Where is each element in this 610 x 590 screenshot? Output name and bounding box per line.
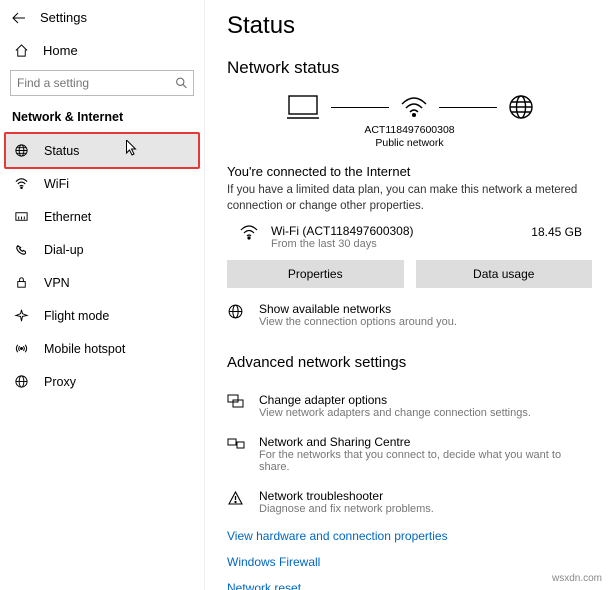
globe-icon: [507, 93, 535, 121]
network-sharing-centre[interactable]: Network and Sharing Centre For the netwo…: [227, 427, 592, 481]
nav: Status WiFi Ethernet: [6, 134, 198, 398]
sidebar-item-label: WiFi: [44, 177, 69, 191]
app-title: Settings: [40, 10, 87, 25]
sidebar-item-wifi[interactable]: WiFi: [6, 167, 198, 200]
sidebar-item-label: VPN: [44, 276, 70, 290]
properties-button[interactable]: Properties: [227, 260, 404, 288]
list-sub: View the connection options around you.: [259, 316, 592, 328]
network-diagram: [227, 92, 592, 122]
sidebar-item-label: Mobile hotspot: [44, 342, 125, 356]
sidebar-item-vpn[interactable]: VPN: [6, 266, 198, 299]
connection-row: Wi-Fi (ACT118497600308) From the last 30…: [227, 224, 592, 260]
sidebar-item-label: Proxy: [44, 375, 76, 389]
sidebar-item-flightmode[interactable]: Flight mode: [6, 299, 198, 332]
watermark: wsxdn.com: [552, 573, 602, 584]
list-title: Network troubleshooter: [259, 489, 592, 503]
sidebar-item-status[interactable]: Status: [4, 132, 200, 169]
sidebar-item-label: Ethernet: [44, 210, 91, 224]
wifi-icon: [14, 176, 30, 191]
list-sub: View network adapters and change connect…: [259, 407, 592, 419]
change-adapter-options[interactable]: Change adapter options View network adap…: [227, 385, 592, 427]
sharing-icon: [227, 435, 245, 452]
home-row[interactable]: Home: [6, 35, 198, 70]
connection-name: Wi-Fi (ACT118497600308): [271, 224, 519, 238]
main-content: Status Network status ACT118497600308 Pu…: [205, 0, 610, 590]
link-windows-firewall[interactable]: Windows Firewall: [227, 549, 592, 575]
sidebar-item-proxy[interactable]: Proxy: [6, 365, 198, 398]
section-header: Network & Internet: [6, 110, 198, 134]
link-hardware-properties[interactable]: View hardware and connection properties: [227, 523, 592, 549]
advanced-title: Advanced network settings: [227, 354, 592, 371]
adapter-icon: [227, 393, 245, 410]
home-icon: [14, 43, 29, 58]
link-network-reset[interactable]: Network reset: [227, 575, 592, 590]
search-wrap: [10, 70, 194, 96]
wifi-icon: [239, 224, 259, 242]
sidebar: Settings Home Network & Internet Status: [0, 0, 205, 590]
connected-title: You're connected to the Internet: [227, 164, 592, 179]
list-title: Show available networks: [259, 302, 592, 316]
sidebar-item-ethernet[interactable]: Ethernet: [6, 200, 198, 233]
sidebar-item-dialup[interactable]: Dial-up: [6, 233, 198, 266]
diagram-ssid: ACT118497600308: [227, 124, 592, 137]
network-troubleshooter[interactable]: Network troubleshooter Diagnose and fix …: [227, 481, 592, 523]
computer-icon: [285, 92, 321, 122]
connection-period: From the last 30 days: [271, 238, 519, 250]
home-label: Home: [43, 43, 78, 58]
sidebar-item-label: Status: [44, 144, 79, 158]
airplane-icon: [14, 308, 30, 323]
cursor-icon: [126, 140, 139, 158]
diagram-line: [331, 107, 389, 108]
connection-usage: 18.45 GB: [531, 224, 592, 239]
diagram-line: [439, 107, 497, 108]
page-title: Status: [227, 12, 592, 40]
ethernet-icon: [14, 209, 30, 224]
connected-desc: If you have a limited data plan, you can…: [227, 183, 592, 214]
list-sub: For the networks that you connect to, de…: [259, 449, 592, 473]
button-row: Properties Data usage: [227, 260, 592, 288]
hotspot-icon: [14, 341, 30, 356]
warning-icon: [227, 489, 245, 506]
list-title: Change adapter options: [259, 393, 592, 407]
search-icon: [175, 77, 188, 90]
show-available-networks[interactable]: Show available networks View the connect…: [227, 294, 592, 336]
diagram-type: Public network: [227, 137, 592, 150]
data-usage-button[interactable]: Data usage: [416, 260, 593, 288]
list-title: Network and Sharing Centre: [259, 435, 592, 449]
sidebar-item-label: Flight mode: [44, 309, 109, 323]
sidebar-item-hotspot[interactable]: Mobile hotspot: [6, 332, 198, 365]
header-row: Settings: [6, 6, 198, 35]
list-sub: Diagnose and fix network problems.: [259, 503, 592, 515]
vpn-icon: [14, 275, 30, 290]
proxy-icon: [14, 374, 30, 389]
sidebar-item-label: Dial-up: [44, 243, 84, 257]
diagram-label: ACT118497600308 Public network: [227, 124, 592, 150]
globe-icon: [14, 143, 30, 158]
section-network-status: Network status: [227, 58, 592, 78]
globe-icon: [227, 302, 245, 320]
wifi-icon: [399, 94, 429, 120]
search-input[interactable]: [10, 70, 194, 96]
dialup-icon: [14, 242, 30, 257]
back-icon[interactable]: [12, 11, 26, 25]
